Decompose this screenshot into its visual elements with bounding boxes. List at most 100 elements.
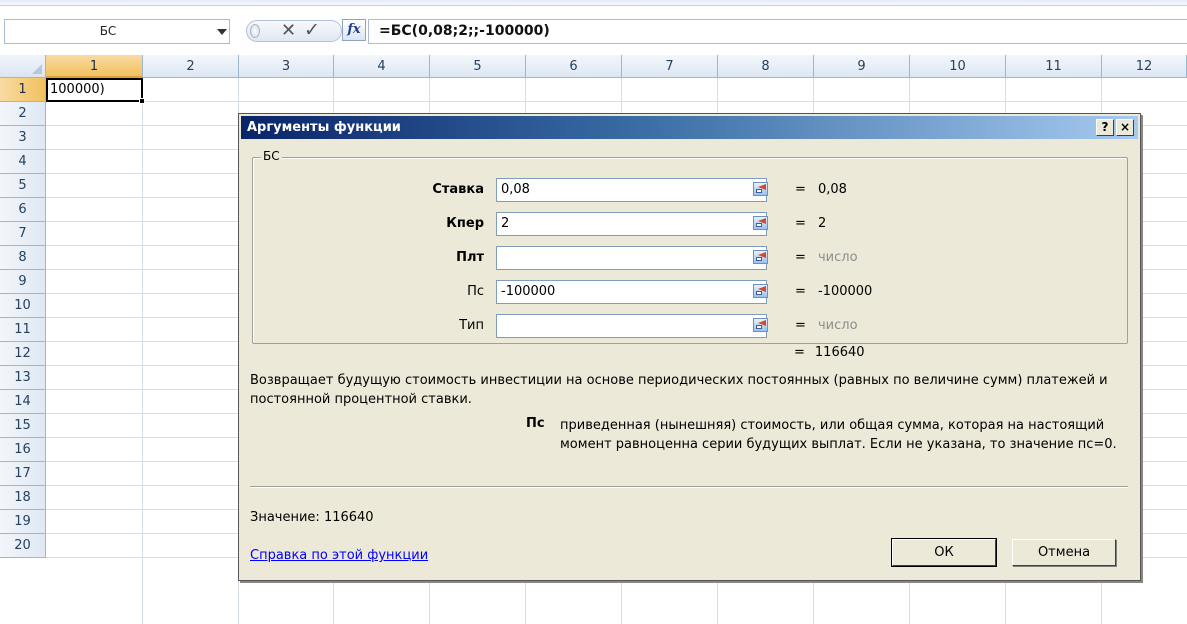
gridline-horizontal	[46, 101, 1187, 102]
argument-help-text: приведенная (нынешняя) стоимость, или об…	[560, 418, 1117, 452]
group-legend: БС	[261, 149, 282, 163]
row-header[interactable]: 4	[0, 150, 46, 174]
dialog-title: Аргументы функции	[247, 120, 401, 135]
ribbon-edge	[0, 0, 1187, 6]
argument-value: 2	[501, 216, 510, 231]
row-header[interactable]: 20	[0, 534, 46, 558]
argument-input[interactable]	[496, 246, 767, 270]
argument-result: число	[818, 250, 858, 265]
column-header[interactable]: 7	[622, 55, 718, 78]
collapse-dialog-icon[interactable]	[753, 182, 768, 196]
argument-equals: =	[795, 318, 806, 333]
function-help-link[interactable]: Справка по этой функции	[250, 548, 428, 563]
select-all-button[interactable]	[0, 55, 46, 78]
column-header[interactable]: 12	[1102, 55, 1187, 78]
row-header[interactable]: 12	[0, 342, 46, 366]
formula-text: =БС(0,08;2;;-100000)	[379, 23, 550, 39]
collapse-dialog-icon[interactable]	[753, 250, 768, 264]
function-arguments-dialog: Аргументы функции ? × БС Ставка 0,08 = 0,08…	[238, 113, 1141, 581]
row-header[interactable]: 13	[0, 366, 46, 390]
argument-row: Тип = число	[253, 314, 1129, 338]
name-box-value: БС	[99, 24, 117, 38]
row-header[interactable]: 15	[0, 414, 46, 438]
column-headers: 1 2 3 4 5 6 7 8 9 10 11 12	[0, 55, 1187, 78]
row-header[interactable]: 3	[0, 126, 46, 150]
separator	[250, 486, 1128, 488]
argument-value: -100000	[501, 284, 556, 299]
column-header[interactable]: 5	[430, 55, 526, 78]
formula-value: Значение: 116640	[250, 510, 374, 525]
row-header[interactable]: 16	[0, 438, 46, 462]
close-button[interactable]: ×	[1116, 119, 1134, 136]
argument-label: Пс	[467, 284, 484, 299]
column-header[interactable]: 11	[1006, 55, 1102, 78]
enter-check-icon[interactable]: ✓	[304, 19, 320, 41]
argument-row: Ставка 0,08 = 0,08	[253, 178, 1129, 202]
total-result: = 116640	[794, 345, 865, 360]
argument-result: 2	[818, 216, 827, 231]
argument-input[interactable]: 2	[496, 212, 767, 236]
row-header[interactable]: 6	[0, 198, 46, 222]
row-header[interactable]: 8	[0, 246, 46, 270]
column-header[interactable]: 9	[814, 55, 910, 78]
formula-bar: БС ✕ ✓ fx =БС(0,08;2;;-100000)	[0, 0, 1187, 44]
argument-row: Плт = число	[253, 246, 1129, 270]
resize-grip-icon[interactable]	[250, 24, 260, 38]
argument-value: 0,08	[501, 182, 530, 197]
column-header[interactable]: 1	[46, 55, 143, 78]
row-header[interactable]: 10	[0, 294, 46, 318]
row-header[interactable]: 9	[0, 270, 46, 294]
gridline-vertical	[142, 78, 143, 624]
collapse-dialog-icon[interactable]	[753, 216, 768, 230]
argument-input[interactable]: -100000	[496, 280, 767, 304]
argument-label: Ставка	[432, 182, 484, 197]
argument-label: Кпер	[446, 216, 484, 231]
column-header[interactable]: 10	[910, 55, 1006, 78]
argument-row: Кпер 2 = 2	[253, 212, 1129, 236]
argument-equals: =	[795, 216, 806, 231]
row-header[interactable]: 2	[0, 102, 46, 126]
argument-label: Плт	[456, 250, 484, 265]
active-cell[interactable]: 100000)	[46, 78, 145, 104]
arguments-group: БС Ставка 0,08 = 0,08 Кпер 2 = 2 Плт = число Пс -100…	[252, 149, 1129, 344]
argument-input[interactable]	[496, 314, 767, 338]
argument-result: 0,08	[818, 182, 847, 197]
argument-equals: =	[795, 250, 806, 265]
row-header[interactable]: 11	[0, 318, 46, 342]
excel-window: БС ✕ ✓ fx =БС(0,08;2;;-100000) 123456789…	[0, 0, 1187, 624]
formula-input[interactable]: =БС(0,08;2;;-100000)	[368, 19, 1187, 44]
argument-equals: =	[795, 284, 806, 299]
row-header[interactable]: 1	[0, 78, 46, 102]
dialog-title-bar[interactable]: Аргументы функции ? ×	[241, 116, 1138, 139]
column-header[interactable]: 2	[143, 55, 239, 78]
active-cell-text: 100000)	[50, 82, 105, 97]
argument-equals: =	[795, 182, 806, 197]
row-header[interactable]: 7	[0, 222, 46, 246]
argument-result: число	[818, 318, 858, 333]
column-header[interactable]: 3	[239, 55, 334, 78]
argument-row: Пс -100000 = -100000	[253, 280, 1129, 304]
row-header[interactable]: 14	[0, 390, 46, 414]
fill-handle[interactable]	[139, 98, 145, 104]
collapse-dialog-icon[interactable]	[753, 318, 768, 332]
cancel-icon[interactable]: ✕	[281, 20, 296, 41]
chevron-down-icon[interactable]	[217, 29, 227, 35]
help-button[interactable]: ?	[1096, 119, 1114, 136]
row-header[interactable]: 17	[0, 462, 46, 486]
total-equals: =	[794, 345, 805, 360]
column-header[interactable]: 8	[718, 55, 814, 78]
cancel-button[interactable]: Отмена	[1012, 539, 1116, 566]
column-header[interactable]: 6	[526, 55, 622, 78]
ok-button[interactable]: ОК	[891, 538, 997, 567]
argument-input[interactable]: 0,08	[496, 178, 767, 202]
row-header[interactable]: 18	[0, 486, 46, 510]
row-header[interactable]: 19	[0, 510, 46, 534]
select-all-icon	[32, 64, 42, 74]
collapse-dialog-icon[interactable]	[753, 284, 768, 298]
column-header[interactable]: 4	[334, 55, 430, 78]
total-value: 116640	[814, 345, 865, 360]
name-box[interactable]: БС	[4, 19, 230, 44]
argument-label: Тип	[459, 318, 484, 333]
row-header[interactable]: 5	[0, 174, 46, 198]
insert-function-icon[interactable]: fx	[342, 19, 366, 41]
